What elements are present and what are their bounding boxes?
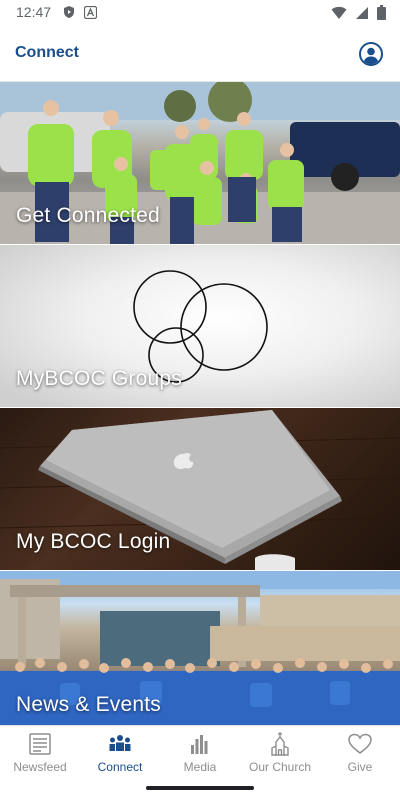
tile-label: Get Connected: [16, 204, 160, 227]
status-bar: 12:47: [0, 0, 400, 24]
tile-label: MyBCOC Groups: [16, 367, 182, 390]
shield-play-icon: [64, 6, 74, 18]
battery-icon: [377, 5, 386, 20]
people-icon: [109, 735, 131, 751]
nav-label: Our Church: [248, 760, 312, 774]
tile-label: My BCOC Login: [16, 530, 171, 553]
nav-item-newsfeed[interactable]: Newsfeed: [0, 726, 80, 776]
connect-tile-list: Get Connected MyBCOC Groups My BCOC Logi…: [0, 82, 400, 725]
tile-my-bcoc-login[interactable]: My BCOC Login: [0, 408, 400, 571]
profile-button[interactable]: [359, 42, 383, 66]
tile-label: News & Events: [16, 693, 161, 716]
church-icon: [271, 732, 289, 756]
wifi-icon: [331, 6, 347, 19]
nav-label: Give: [347, 760, 373, 774]
heart-icon: [348, 733, 372, 754]
nav-item-give[interactable]: Give: [320, 726, 400, 776]
home-gesture-handle[interactable]: [146, 786, 254, 790]
font-a-icon: [84, 5, 97, 19]
tile-news-events[interactable]: News & Events: [0, 571, 400, 725]
cellular-signal-icon: [356, 6, 368, 19]
status-notification-icons: [62, 5, 97, 19]
equalizer-icon: [191, 735, 208, 754]
nav-label: Connect: [97, 760, 143, 774]
page-title: Connect: [15, 44, 79, 61]
account-circle-icon: [359, 42, 383, 66]
nav-item-our-church[interactable]: Our Church: [240, 726, 320, 776]
status-time: 12:47: [16, 4, 52, 20]
nav-label: Newsfeed: [13, 760, 67, 774]
newspaper-icon: [29, 733, 51, 755]
nav-label: Media: [183, 760, 217, 774]
tile-mybcoc-groups[interactable]: MyBCOC Groups: [0, 245, 400, 408]
bottom-navigation: Newsfeed Connect Media Our Church Give: [0, 725, 400, 776]
nav-item-connect[interactable]: Connect: [80, 726, 160, 776]
nav-item-media[interactable]: Media: [160, 726, 240, 776]
gesture-navigation-area: [0, 776, 400, 800]
tile-get-connected[interactable]: Get Connected: [0, 82, 400, 245]
status-system-icons: [331, 5, 386, 20]
app-bar: Connect: [0, 24, 400, 82]
